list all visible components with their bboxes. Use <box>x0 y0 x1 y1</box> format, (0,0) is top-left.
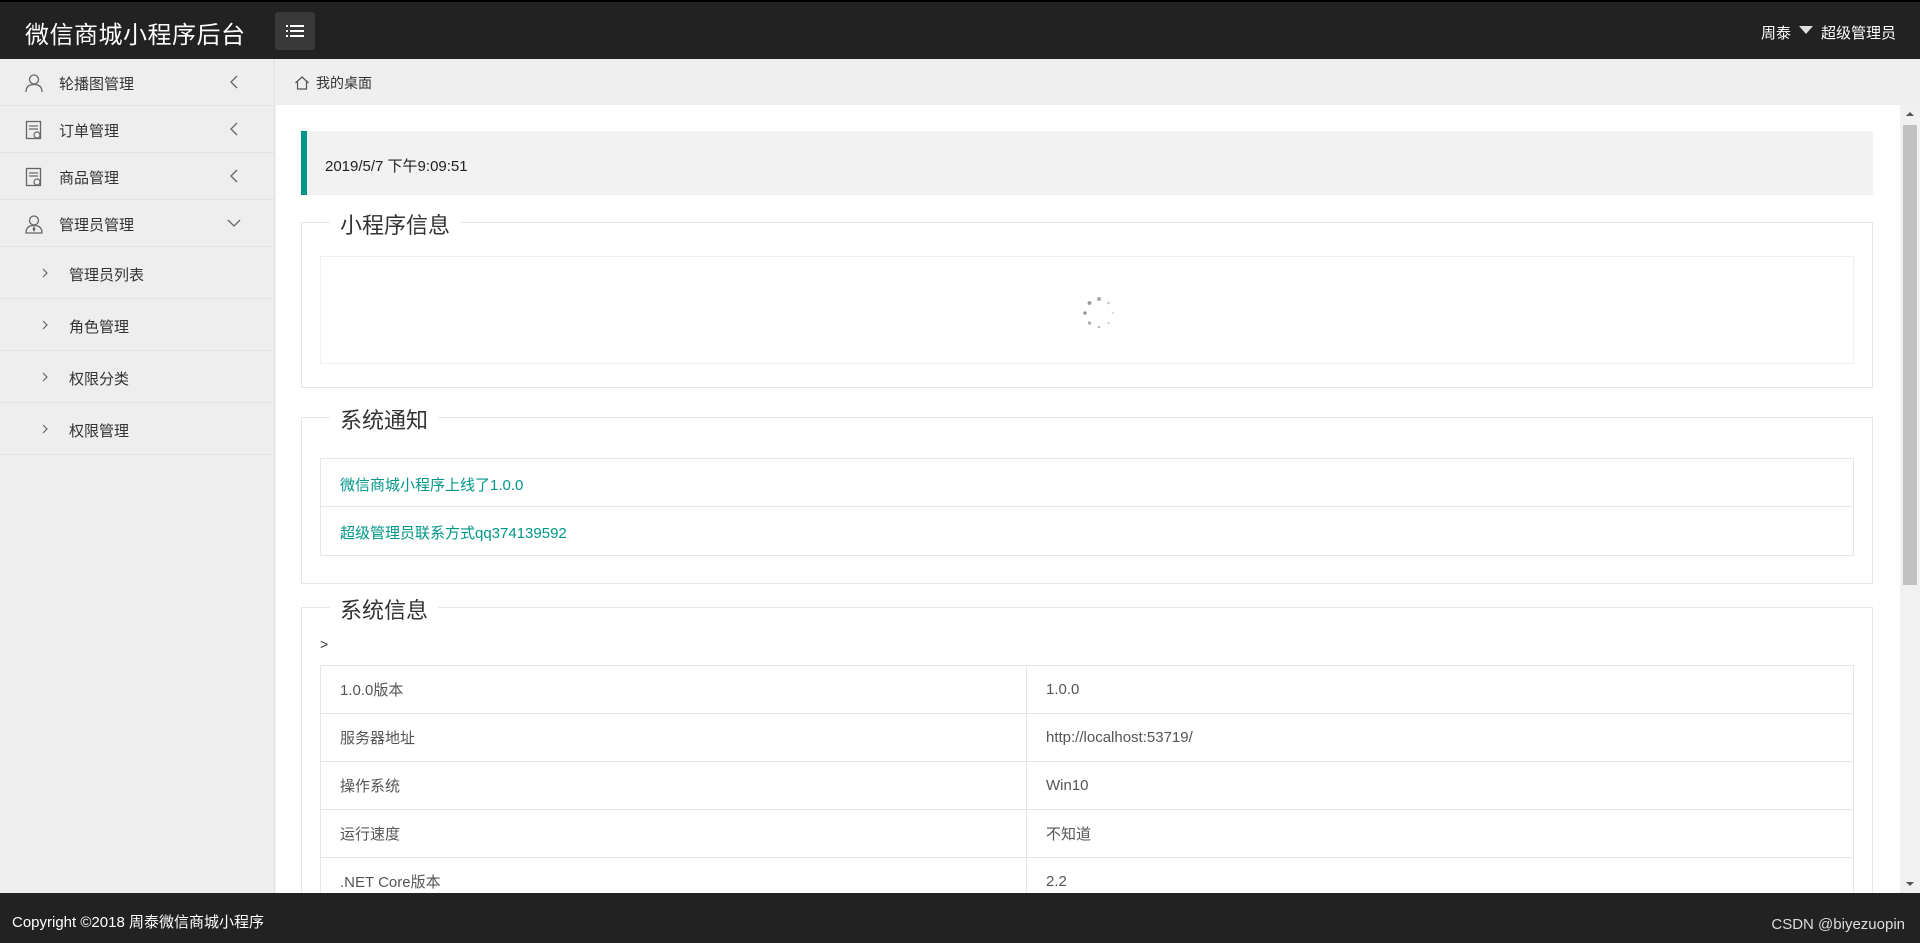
table-row: .NET Core版本 2.2 <box>320 857 1854 893</box>
home-icon <box>295 76 309 90</box>
notice-list: 微信商城小程序上线了1.0.0 超级管理员联系方式qq374139592 <box>320 458 1854 556</box>
user-name[interactable]: 周泰 <box>1761 22 1791 43</box>
user-role: 超级管理员 <box>1820 25 1896 42</box>
info-key: .NET Core版本 <box>320 857 1027 893</box>
sidebar-subitem-label: 权限管理 <box>69 423 130 440</box>
section-title: 小程序信息 <box>330 208 461 240</box>
info-value: 2.2 <box>1026 857 1854 893</box>
vertical-scrollbar[interactable] <box>1900 105 1920 893</box>
sidebar-subitem-permissions[interactable]: 权限管理 <box>0 403 274 455</box>
section-title: 系统通知 <box>330 403 439 435</box>
table-row: 运行速度 不知道 <box>320 809 1854 858</box>
system-notice-section: 系统通知 微信商城小程序上线了1.0.0 超级管理员联系方式qq37413959… <box>301 403 1873 584</box>
breadcrumb-bar: 我的桌面 <box>276 59 1920 105</box>
app-title: 微信商城小程序后台 <box>25 22 246 49</box>
scroll-up-arrow-icon[interactable] <box>1905 109 1915 119</box>
info-value: 不知道 <box>1026 809 1854 858</box>
scroll-down-arrow-icon[interactable] <box>1905 879 1915 889</box>
datetime-text: 2019/5/7 下午9:09:51 <box>325 158 468 175</box>
hamburger-icon <box>286 25 304 37</box>
copyright-text: Copyright ©2018 周泰微信商城小程序 <box>12 914 264 931</box>
stray-text: > <box>320 636 329 652</box>
chevron-right-icon <box>42 320 48 330</box>
chevron-right-icon <box>42 424 48 434</box>
sidebar-item-admins[interactable]: 管理员管理 <box>0 200 274 247</box>
sidebar-item-label: 订单管理 <box>59 123 120 140</box>
sidebar-subitem-label: 权限分类 <box>69 371 130 388</box>
system-info-section: 系统信息 > 1.0.0版本 1.0.0 服务器地址 http://localh… <box>301 593 1873 893</box>
chevron-left-icon <box>230 169 238 183</box>
scrollbar-thumb[interactable] <box>1903 125 1917 585</box>
sidebar-item-label: 商品管理 <box>59 170 120 187</box>
table-row: 1.0.0版本 1.0.0 <box>320 665 1854 714</box>
info-key: 1.0.0版本 <box>320 665 1027 714</box>
user-icon <box>25 74 43 93</box>
chevron-down-icon <box>227 219 241 227</box>
sidebar-item-carousel[interactable]: 轮播图管理 <box>0 59 274 106</box>
main-content: 2019/5/7 下午9:09:51 小程序信息 系统通知 微信商城小程序上线了… <box>276 105 1900 893</box>
sidebar-subitem-label: 角色管理 <box>69 319 130 336</box>
notice-link[interactable]: 微信商城小程序上线了1.0.0 <box>321 459 1853 507</box>
breadcrumb-label[interactable]: 我的桌面 <box>316 73 372 93</box>
chevron-left-icon <box>230 75 238 89</box>
chevron-right-icon <box>42 372 48 382</box>
sidebar-subitem-label: 管理员列表 <box>69 267 145 284</box>
admin-user-icon <box>25 215 43 234</box>
sidebar-subitem-admin-list[interactable]: 管理员列表 <box>0 247 274 299</box>
chevron-left-icon <box>230 122 238 136</box>
watermark-text: CSDN @biyezuopin <box>1771 916 1905 933</box>
loading-spinner-icon <box>1083 297 1115 329</box>
sidebar-item-products[interactable]: 商品管理 <box>0 153 274 200</box>
document-icon <box>25 167 42 187</box>
info-key: 运行速度 <box>320 809 1027 858</box>
table-row: 操作系统 Win10 <box>320 761 1854 810</box>
dropdown-caret-icon[interactable] <box>1798 25 1813 34</box>
section-title: 系统信息 <box>330 593 439 625</box>
notice-link[interactable]: 超级管理员联系方式qq374139592 <box>321 507 1853 555</box>
system-info-table: 1.0.0版本 1.0.0 服务器地址 http://localhost:537… <box>320 665 1854 893</box>
document-icon <box>25 120 42 140</box>
info-value: 1.0.0 <box>1026 665 1854 714</box>
current-datetime: 2019/5/7 下午9:09:51 <box>301 131 1873 195</box>
breadcrumb[interactable]: 我的桌面 <box>294 73 372 93</box>
sidebar-item-label: 管理员管理 <box>59 217 135 234</box>
chevron-right-icon <box>42 268 48 278</box>
info-value: http://localhost:53719/ <box>1026 713 1854 762</box>
menu-toggle-button[interactable] <box>275 12 315 50</box>
table-row: 服务器地址 http://localhost:53719/ <box>320 713 1854 762</box>
miniprogram-info-section: 小程序信息 <box>301 208 1873 388</box>
sidebar-item-label: 轮播图管理 <box>59 76 135 93</box>
user-menu[interactable]: 周泰 超级管理员 <box>1761 22 1896 43</box>
footer: Copyright ©2018 周泰微信商城小程序 CSDN @biyezuop… <box>0 893 1920 943</box>
sidebar-subitem-permission-categories[interactable]: 权限分类 <box>0 351 274 403</box>
loading-panel <box>320 256 1854 364</box>
info-key: 操作系统 <box>320 761 1027 810</box>
top-header: 微信商城小程序后台 周泰 超级管理员 <box>0 0 1920 59</box>
info-value: Win10 <box>1026 761 1854 810</box>
sidebar-subitem-roles[interactable]: 角色管理 <box>0 299 274 351</box>
info-key: 服务器地址 <box>320 713 1027 762</box>
sidebar-item-orders[interactable]: 订单管理 <box>0 106 274 153</box>
sidebar: 轮播图管理 订单管理 商品管理 管理员管理 管理员列表 角色管理 权限分类 权限… <box>0 59 275 893</box>
